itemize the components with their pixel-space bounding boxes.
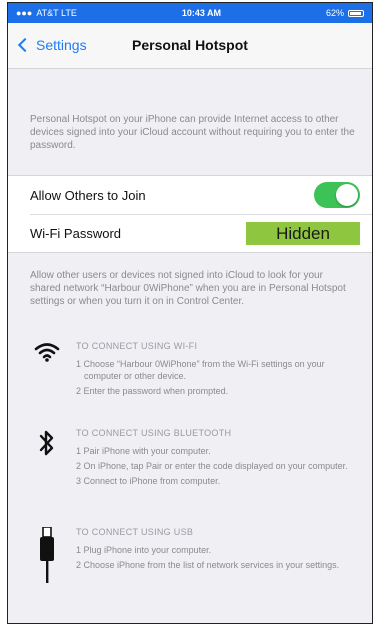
battery-icon (348, 9, 364, 17)
bluetooth-instructions-body: TO CONNECT USING BLUETOOTH 1 Pair iPhone… (76, 428, 360, 490)
toggle-knob (336, 184, 358, 206)
instruction-step: 3 Connect to iPhone from computer. (76, 476, 221, 486)
wifi-icon (30, 341, 64, 381)
phone-screen: ●●● AT&T LTE 10:43 AM 62% Settings Perso… (7, 2, 373, 624)
page-title: Personal Hotspot (132, 37, 248, 53)
allow-others-label: Allow Others to Join (30, 187, 146, 203)
status-right: 62% (326, 8, 364, 18)
wifi-instructions-heading: TO CONNECT USING WI-FI (76, 341, 198, 351)
battery-percent: 62% (325, 8, 344, 18)
instruction-step: 2 On iPhone, tap Pair or enter the code … (76, 461, 348, 471)
instruction-step: 1 Choose “Harbour 0WiPhone” from the Wi-… (76, 359, 325, 381)
allow-others-row: Allow Others to Join (8, 176, 372, 214)
hotspot-description: Personal Hotspot on your iPhone can prov… (30, 114, 355, 151)
navigation-bar: Settings Personal Hotspot (8, 23, 372, 69)
wifi-password-row[interactable]: Wi-Fi Password Hidden (8, 214, 372, 252)
status-time: 10:43 AM (181, 8, 221, 18)
status-bar: ●●● AT&T LTE 10:43 AM 62% (8, 3, 372, 23)
wifi-password-label: Wi-Fi Password (30, 225, 122, 241)
signal-icon: ●●● (16, 8, 33, 18)
allow-others-toggle[interactable] (314, 182, 360, 208)
wifi-password-value: Hidden (246, 222, 360, 245)
hotspot-settings-group: Allow Others to Join Wi-Fi Password Hidd… (8, 175, 372, 253)
usb-cable-icon (30, 527, 64, 583)
instruction-step: 2 Enter the password when prompted. (76, 386, 229, 396)
carrier-label: AT&T LTE (36, 8, 77, 18)
instruction-step: 1 Pair iPhone with your computer. (76, 446, 211, 456)
bluetooth-instructions-heading: TO CONNECT USING BLUETOOTH (76, 428, 232, 438)
instruction-step: 2 Choose iPhone from the list of network… (76, 560, 340, 570)
usb-instructions-heading: TO CONNECT USING USB (76, 527, 194, 537)
sharing-help-text: Allow other users or devices not signed … (30, 270, 346, 307)
status-left: ●●● AT&T LTE (16, 8, 77, 18)
wifi-instructions-body: TO CONNECT USING WI-FI 1 Choose “Harbour… (76, 341, 360, 400)
usb-instructions-body: TO CONNECT USING USB 1 Plug iPhone into … (76, 527, 360, 574)
bluetooth-icon (30, 428, 64, 468)
instruction-step: 1 Plug iPhone into your computer. (76, 545, 212, 555)
